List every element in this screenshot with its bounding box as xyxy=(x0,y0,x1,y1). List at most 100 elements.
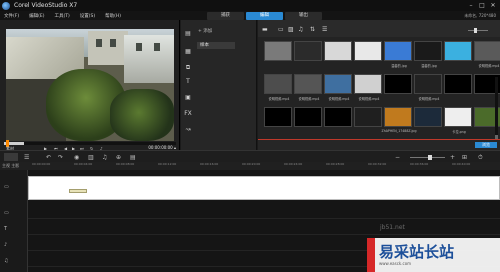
tab-capture[interactable]: 捕获 xyxy=(207,12,244,20)
video-window xyxy=(154,43,160,51)
preview-panel: 素材 ▶ ⏮ ◀ ▶ ⏭ ↻ ♪ 00:00:00:00 ▴ xyxy=(0,20,180,151)
video-window xyxy=(110,39,116,47)
maximize-button[interactable]: □ xyxy=(478,2,486,9)
menu-help[interactable]: 帮助(H) xyxy=(105,13,121,19)
close-button[interactable]: ✕ xyxy=(489,2,497,9)
path-icon[interactable]: ↝ xyxy=(184,126,192,133)
ruler-tick-label: 00:00:28:00 xyxy=(326,162,345,166)
clip-marker[interactable] xyxy=(69,189,87,193)
photo-filter-icon[interactable]: ▨ xyxy=(288,26,294,33)
timeline-zoom-knob[interactable] xyxy=(428,155,432,160)
video-building xyxy=(124,35,174,83)
menu-edit[interactable]: 编辑(E) xyxy=(29,13,44,19)
fit-project-icon[interactable]: ⊞ xyxy=(462,154,467,161)
storyboard-view-button[interactable] xyxy=(4,153,18,161)
video-window xyxy=(96,39,102,47)
thumbnail-label: 说明视频.mp4 xyxy=(418,97,440,101)
undo-icon[interactable]: ↶ xyxy=(46,154,51,161)
menu-tools[interactable]: 工具(T) xyxy=(54,13,69,19)
library-toolbar: ▬ ▭ ▨ ♫ ⇅ ☰ xyxy=(258,20,500,37)
library-thumbnail[interactable]: 说明视频.mp4 xyxy=(354,74,382,101)
library-thumbnail[interactable] xyxy=(294,41,322,61)
library-thumbnail[interactable]: 说明视频.mp4 xyxy=(324,74,352,101)
thumbnail-label: 温馨的.jpg xyxy=(421,64,437,68)
tab-edit[interactable]: 编辑 xyxy=(246,12,283,20)
library-thumbnail[interactable] xyxy=(294,107,322,127)
ruler-tick-label: 00:00:32:00 xyxy=(368,162,387,166)
library-thumbnail[interactable]: 温馨的.jpg xyxy=(384,41,412,68)
timeline-zoom-slider[interactable] xyxy=(410,155,445,160)
library-thumbnail[interactable] xyxy=(414,107,442,127)
thumbnail-label: 卡拉.png xyxy=(452,130,466,134)
graphics-icon[interactable]: ▣ xyxy=(184,94,192,101)
import-folder-icon[interactable]: ▬ xyxy=(262,26,268,33)
tab-share[interactable]: 输出 xyxy=(285,12,322,20)
folder-item-sample[interactable]: 样本 xyxy=(197,42,235,49)
app-logo-icon xyxy=(2,1,10,10)
overlay-track-icon[interactable]: ▭ xyxy=(4,210,9,216)
library-thumbnail[interactable] xyxy=(444,74,472,94)
library-thumbnail[interactable] xyxy=(384,74,412,94)
add-folder-button[interactable]: + 添加 xyxy=(198,28,212,34)
watermark-text: jb51.net xyxy=(380,224,405,231)
music-track-icon[interactable]: ♫ xyxy=(4,258,8,264)
transition-icon[interactable]: ⧉ xyxy=(184,64,192,71)
record-icon[interactable]: ◉ xyxy=(74,154,79,161)
timeline-ruler[interactable]: 主视 主影 00:00:00:00 00:00:04:00 00:00:08:00 0… xyxy=(0,162,500,170)
view-list-icon[interactable]: ☰ xyxy=(322,26,327,33)
library-thumbnail[interactable] xyxy=(354,41,382,61)
library-thumbnail-grid: 温馨的.jpg 温馨的.jpg 说明视频.mp4 说明视频.mp4 说明视频.mp4 说明… xyxy=(258,37,500,172)
thumbnail-label: ZhAPHEN_17488Z.jpg xyxy=(381,129,417,133)
ruler-tick-label: 00:00:16:00 xyxy=(200,162,219,166)
library-thumbnail[interactable]: 说明视频.mp4 xyxy=(414,74,442,101)
audio-filter-icon[interactable]: ♫ xyxy=(298,26,303,33)
mixer-icon[interactable]: ▥ xyxy=(88,154,94,161)
redo-icon[interactable]: ↷ xyxy=(58,154,63,161)
video-window xyxy=(136,43,142,51)
timeline-view-icon[interactable]: ☰ xyxy=(24,154,29,161)
thumbnail-size-knob[interactable] xyxy=(474,28,477,33)
media-icon[interactable]: ▤ xyxy=(184,30,192,37)
sort-icon[interactable]: ⇅ xyxy=(310,26,315,33)
zoom-out-icon[interactable]: − xyxy=(395,154,400,161)
ruler-tick-label: 00:00:24:00 xyxy=(284,162,303,166)
ruler-tick-label: 00:00:04:00 xyxy=(74,162,93,166)
auto-music-icon[interactable]: ♫ xyxy=(102,154,107,161)
library-thumbnail[interactable] xyxy=(264,41,292,61)
voice-track-icon[interactable]: ♪ xyxy=(4,242,7,248)
library-thumbnail[interactable]: 说明视频.mp4 xyxy=(294,74,322,101)
instant-project-icon[interactable]: ▦ xyxy=(184,48,192,55)
title-icon[interactable]: T xyxy=(184,78,192,85)
minimize-button[interactable]: – xyxy=(467,2,475,9)
preview-video-frame xyxy=(6,29,174,141)
library-footer: 浏览 xyxy=(258,140,500,150)
ruler-tick-label: 00:00:08:00 xyxy=(116,162,135,166)
zoom-in-icon[interactable]: + xyxy=(450,154,455,161)
browse-button[interactable]: 浏览 xyxy=(475,142,497,148)
mode-tabs: 捕获 编辑 输出 xyxy=(207,12,322,20)
menu-settings[interactable]: 设置(S) xyxy=(80,13,95,19)
library-thumbnail[interactable]: 说明视频.mp4 xyxy=(264,74,292,101)
library-thumbnail[interactable] xyxy=(444,41,472,61)
library-thumbnail[interactable] xyxy=(324,41,352,61)
video-track[interactable] xyxy=(28,176,500,200)
menu-file[interactable]: 文件(F) xyxy=(4,13,19,19)
library-thumbnail[interactable]: 说明视频.mp4 xyxy=(474,41,500,68)
filter-icon[interactable]: FX xyxy=(184,110,192,117)
library-thumbnail[interactable] xyxy=(264,107,292,127)
thumbnail-size-slider[interactable] xyxy=(468,28,488,33)
motion-tracking-icon[interactable]: ⊕ xyxy=(116,154,121,161)
video-track-icon[interactable]: ▭ xyxy=(4,184,9,190)
track-separator xyxy=(28,234,500,235)
library-thumbnail[interactable] xyxy=(324,107,352,127)
title-track-icon[interactable]: T xyxy=(4,226,7,232)
timeline-duration-icon[interactable]: ⏱ xyxy=(478,154,483,162)
video-filter-icon[interactable]: ▭ xyxy=(278,26,284,33)
subtitle-icon[interactable]: ▤ xyxy=(130,154,136,161)
library-thumbnail[interactable]: 温馨的.jpg xyxy=(414,41,442,68)
video-tree xyxy=(110,89,174,141)
window-controls: – □ ✕ xyxy=(467,2,497,9)
library-thumbnail[interactable]: ZhAPHEN_17488Z.jpg xyxy=(382,107,416,133)
library-thumbnail[interactable] xyxy=(354,107,382,127)
library-thumbnail[interactable]: 卡拉.png xyxy=(444,107,472,134)
